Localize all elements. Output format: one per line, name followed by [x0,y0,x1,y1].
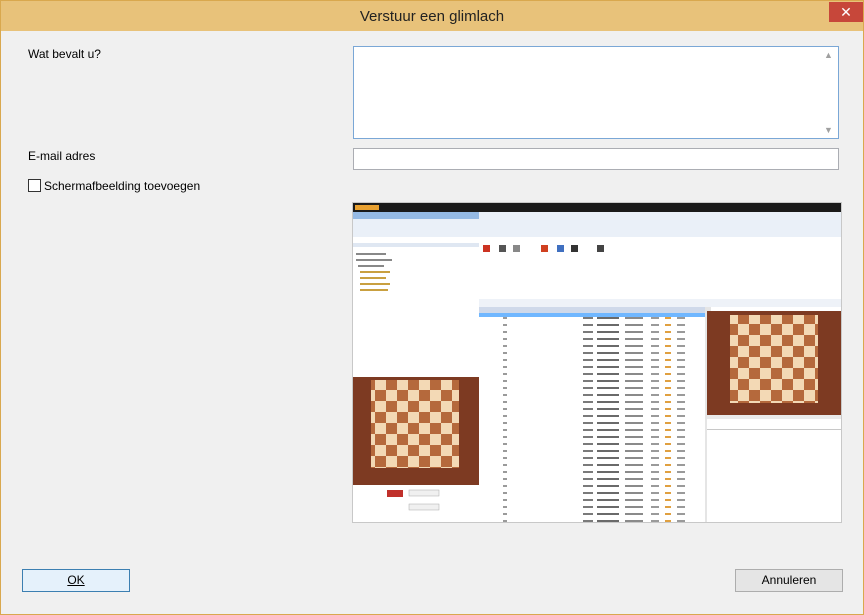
dialog-content: Wat bevalt u? ▲ ▼ E-mail adres Schermafb… [9,31,855,608]
ok-button-label: OK [67,573,85,587]
ok-button[interactable]: OK [22,569,130,592]
dialog-title: Verstuur een glimlach [359,8,505,25]
email-field[interactable] [353,148,839,170]
screenshot-preview [352,202,842,523]
feedback-textarea[interactable] [354,47,822,138]
screenshot-checkbox-label[interactable]: Schermafbeelding toevoegen [44,179,200,193]
screenshot-preview-image [353,203,841,522]
dialog-window: Verstuur een glimlach ✕ Wat bevalt u? ▲ … [0,0,864,615]
close-button[interactable]: ✕ [829,2,863,22]
feedback-textarea-container: ▲ ▼ [353,46,839,139]
title-bar[interactable]: Verstuur een glimlach ✕ [1,1,863,31]
cancel-button[interactable]: Annuleren [735,569,843,592]
textarea-scrollbar[interactable]: ▲ ▼ [821,47,838,138]
scroll-down-icon[interactable]: ▼ [824,125,833,135]
cancel-button-label: Annuleren [761,573,817,587]
email-label: E-mail adres [28,149,96,163]
feedback-label: Wat bevalt u? [28,47,101,61]
scroll-up-icon[interactable]: ▲ [824,50,833,60]
screenshot-checkbox[interactable] [28,179,41,192]
